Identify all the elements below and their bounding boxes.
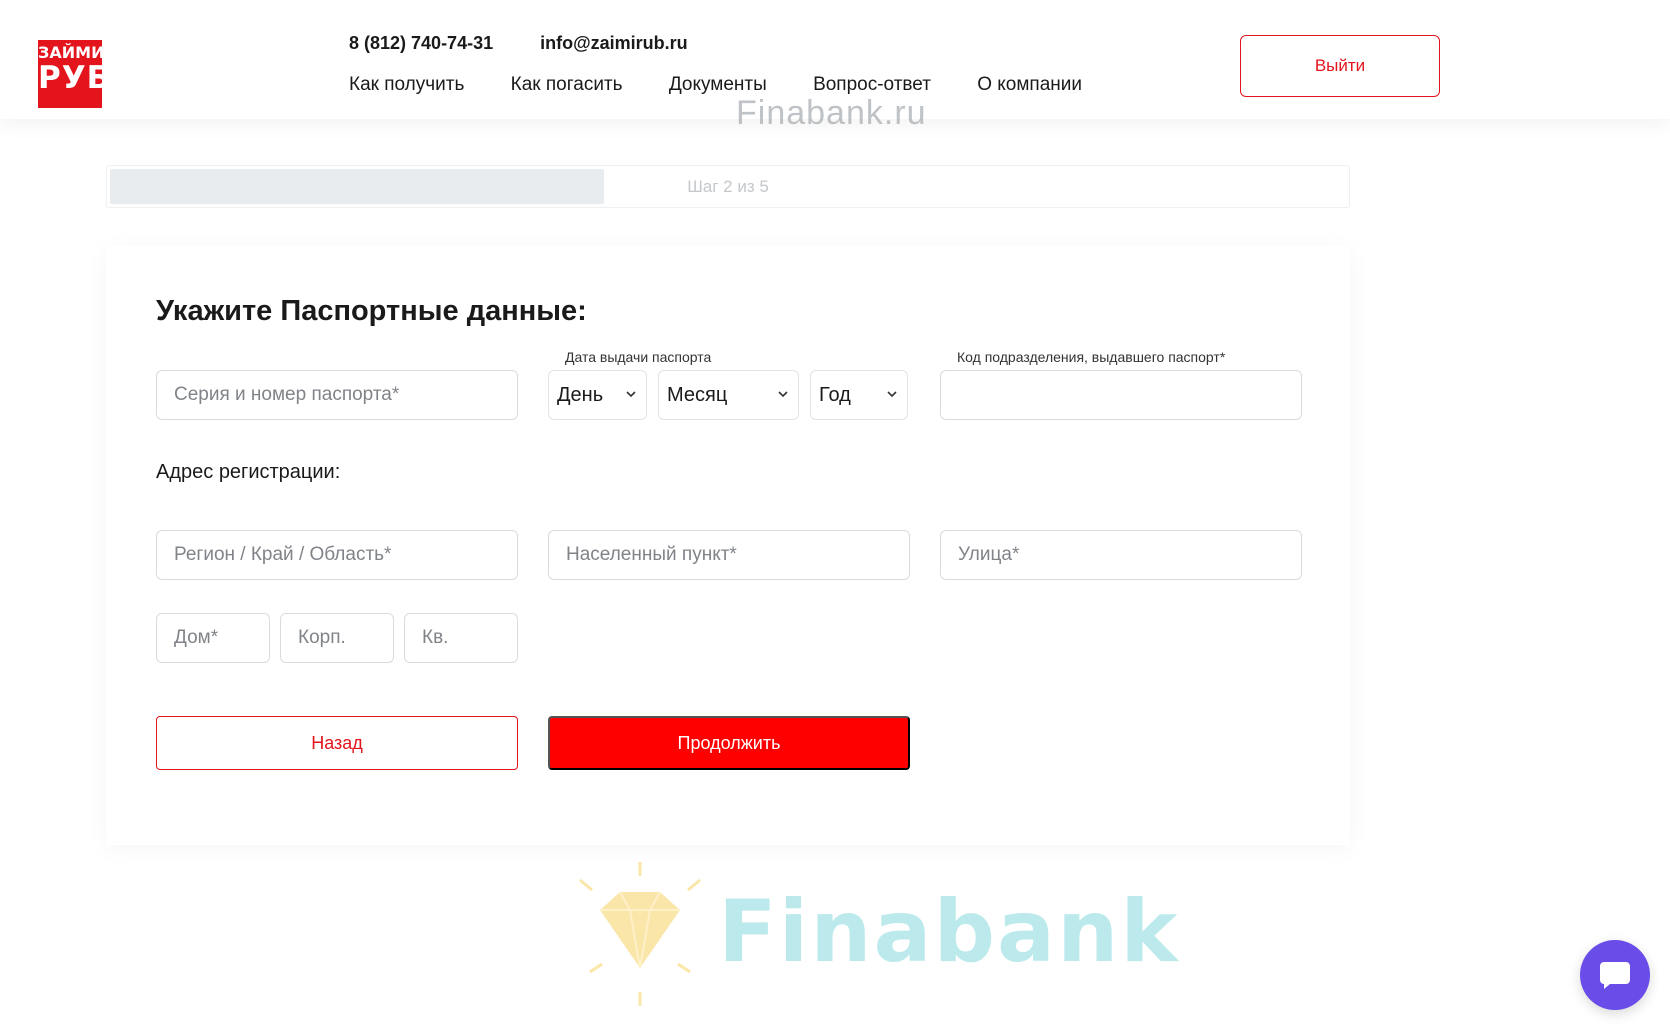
form-title: Укажите Паспортные данные: bbox=[156, 295, 587, 327]
city-input[interactable]: Населенный пункт* bbox=[548, 530, 910, 580]
nav-item-about[interactable]: О компании bbox=[977, 74, 1082, 95]
house-input[interactable]: Дом* bbox=[156, 613, 270, 663]
chevron-down-icon bbox=[778, 391, 788, 398]
nav-item-documents[interactable]: Документы bbox=[669, 74, 767, 95]
main-nav: Как получить Как погасить Документы Вопр… bbox=[349, 74, 1123, 96]
apartment-input[interactable]: Кв. bbox=[404, 613, 518, 663]
progress-text: Шаг 2 из 5 bbox=[687, 176, 769, 196]
address-section-label: Адрес регистрации: bbox=[156, 461, 341, 483]
division-code-input[interactable] bbox=[940, 370, 1302, 420]
region-placeholder: Регион / Край / Область* bbox=[174, 544, 392, 565]
city-placeholder: Населенный пункт* bbox=[566, 544, 737, 565]
month-select[interactable]: Месяц bbox=[658, 370, 799, 420]
nav-item-how-to-repay[interactable]: Как погасить bbox=[511, 74, 623, 95]
header-contacts: 8 (812) 740-74-31 info@zaimirub.ru bbox=[349, 33, 730, 54]
region-input[interactable]: Регион / Край / Область* bbox=[156, 530, 518, 580]
step-progress: Шаг 2 из 5 bbox=[106, 165, 1350, 208]
logo-line-1: ЗАЙМИ bbox=[38, 43, 105, 62]
passport-number-placeholder: Серия и номер паспорта* bbox=[174, 384, 400, 405]
email-link[interactable]: info@zaimirub.ru bbox=[540, 33, 688, 53]
building-placeholder: Корп. bbox=[298, 627, 346, 648]
passport-form-card: Укажите Паспортные данные: Серия и номер… bbox=[106, 245, 1350, 845]
watermark-bottom-text: Finabank bbox=[718, 882, 1180, 982]
logout-button[interactable]: Выйти bbox=[1240, 35, 1440, 97]
division-code-label: Код подразделения, выдавшего паспорт* bbox=[957, 349, 1226, 365]
diamond-icon bbox=[579, 862, 701, 1006]
watermark-bottom: Finabank bbox=[570, 860, 1178, 1010]
logo-line-2: РУБ bbox=[38, 60, 112, 96]
issue-date-label: Дата выдачи паспорта bbox=[565, 349, 712, 365]
nav-item-how-to-get[interactable]: Как получить bbox=[349, 74, 464, 95]
street-input[interactable]: Улица* bbox=[940, 530, 1302, 580]
month-value: Месяц bbox=[667, 383, 728, 406]
chevron-down-icon bbox=[626, 391, 636, 398]
chevron-down-icon bbox=[887, 391, 897, 398]
chat-bubble-icon bbox=[1600, 962, 1630, 989]
building-input[interactable]: Корп. bbox=[280, 613, 394, 663]
year-select[interactable]: Год bbox=[810, 370, 908, 420]
house-placeholder: Дом* bbox=[174, 627, 219, 648]
street-placeholder: Улица* bbox=[958, 544, 1020, 565]
day-select[interactable]: День bbox=[548, 370, 647, 420]
brand-logo[interactable]: ЗАЙМИ РУБ bbox=[38, 40, 112, 108]
nav-item-faq[interactable]: Вопрос-ответ bbox=[813, 74, 931, 95]
continue-button[interactable]: Продолжить bbox=[548, 716, 910, 770]
day-value: День bbox=[557, 383, 604, 406]
year-value: Год bbox=[819, 383, 851, 406]
back-button[interactable]: Назад bbox=[156, 716, 518, 770]
chat-widget-button[interactable] bbox=[1580, 940, 1650, 1010]
phone-link[interactable]: 8 (812) 740-74-31 bbox=[349, 33, 493, 53]
apartment-placeholder: Кв. bbox=[422, 627, 449, 648]
passport-number-input[interactable]: Серия и номер паспорта* bbox=[156, 370, 518, 420]
watermark-top: Finabank.ru bbox=[736, 94, 927, 132]
